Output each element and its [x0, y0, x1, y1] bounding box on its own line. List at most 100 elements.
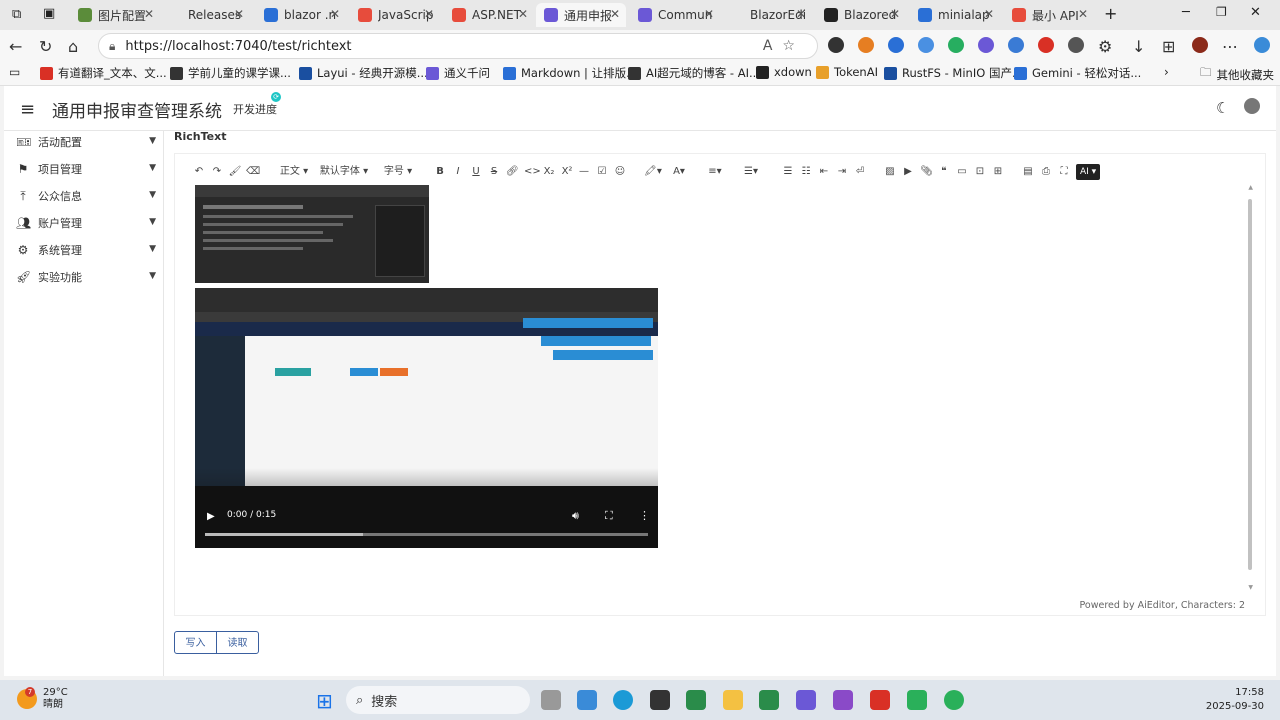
write-button[interactable]: 写入	[174, 631, 217, 654]
app-icon[interactable]	[796, 690, 816, 710]
visual-studio-icon[interactable]	[833, 690, 853, 710]
table-icon[interactable]: ⊞	[992, 164, 1004, 180]
app-icon[interactable]	[577, 690, 597, 710]
chevron-down-icon[interactable]: ▼	[149, 217, 156, 227]
home-icon[interactable]: ⌂	[68, 37, 78, 56]
minimize-icon[interactable]: ─	[1182, 5, 1190, 20]
reload-icon[interactable]: ↻	[39, 37, 52, 56]
sidebar-item[interactable]: ⤒ 公众信息 ▼	[16, 186, 156, 206]
app-icon[interactable]	[686, 690, 706, 710]
embedded-screenshot-image[interactable]	[195, 185, 429, 283]
reading-icon[interactable]: ▭	[9, 65, 20, 79]
chevron-down-icon[interactable]: ▼	[149, 271, 156, 281]
font-size-select[interactable]: 字号 ▾	[380, 164, 416, 180]
indent-increase-icon[interactable]: ⇥	[836, 164, 848, 180]
read-button[interactable]: 读取	[216, 631, 259, 654]
indent-decrease-icon[interactable]: ⇤	[818, 164, 830, 180]
sidebar-item[interactable]: ⚑ 项目管理 ▼	[16, 159, 156, 179]
code-icon[interactable]: <>	[524, 164, 541, 180]
sidebar-item[interactable]: 👥︎ 账户管理 ▼	[16, 213, 156, 233]
italic-icon[interactable]: I	[452, 164, 464, 180]
attachment-icon[interactable]: 📎︎	[920, 164, 933, 180]
app-icon[interactable]	[907, 690, 927, 710]
bookmark-item[interactable]: 通义千问	[426, 65, 490, 81]
link-icon[interactable]: 🔗︎	[506, 164, 519, 180]
close-tab-icon[interactable]: ✕	[234, 7, 244, 21]
download-icon[interactable]: ↓	[1132, 37, 1145, 56]
bookmark-item[interactable]: 有道翻译_文本、文...	[40, 65, 167, 81]
divider-icon[interactable]: —	[578, 164, 590, 180]
browser-tab[interactable]: Blazored ✕	[816, 3, 906, 27]
eraser-icon[interactable]: ⌫	[246, 164, 260, 180]
bookmark-item[interactable]: TokenAI	[816, 65, 878, 79]
profile-avatar[interactable]	[1192, 37, 1208, 53]
embedded-video[interactable]: ▶ 0:00 / 0:15 🔊︎ ⛶ ⋮	[195, 288, 658, 548]
split-screen-icon[interactable]: ⊞	[1162, 37, 1175, 56]
chevron-down-icon[interactable]: ▼	[149, 244, 156, 254]
underline-icon[interactable]: U	[470, 164, 482, 180]
bookmark-item[interactable]: 学前儿童的课学课...	[170, 65, 291, 81]
break-icon[interactable]: ⏎	[854, 164, 866, 180]
user-avatar[interactable]	[1244, 98, 1260, 114]
close-tab-icon[interactable]: ✕	[330, 7, 340, 21]
highlight-icon[interactable]: 🖍︎▾	[642, 164, 664, 180]
extension-icon[interactable]	[948, 37, 964, 53]
wechat-icon[interactable]	[944, 690, 964, 710]
bookmark-item[interactable]: Markdown | 让排版...	[503, 65, 637, 81]
ai-button[interactable]: AI ▾	[1076, 164, 1101, 180]
url-input[interactable]: 🔒︎ https://localhost:7040/test/richtext …	[98, 33, 818, 59]
extension-icon[interactable]	[828, 37, 844, 53]
browser-tab[interactable]: 通用申报 ✕	[536, 3, 626, 27]
close-tab-icon[interactable]: ✕	[424, 7, 434, 21]
print-icon[interactable]: ⎙	[1040, 164, 1052, 180]
font-color-icon[interactable]: A▾	[668, 164, 690, 180]
extension-icon[interactable]	[1008, 37, 1024, 53]
extension-icon[interactable]	[1068, 37, 1084, 53]
scroll-up-icon[interactable]: ▲	[1248, 184, 1253, 191]
browser-tab[interactable]: Releases ✕	[160, 3, 250, 27]
sidebar-item[interactable]: ⚙ 系统管理 ▼	[16, 240, 156, 260]
font-family-select[interactable]: 默认字体 ▾	[318, 164, 370, 180]
tab-actions-icon[interactable]: ▣	[43, 6, 55, 21]
format-painter-icon[interactable]: 🖌︎	[228, 164, 242, 180]
extension-icon[interactable]	[918, 37, 934, 53]
menu-icon[interactable]: ≡	[20, 99, 35, 120]
paragraph-select[interactable]: 正文 ▾	[276, 164, 312, 180]
browser-tab[interactable]: ASP.NET ✕	[444, 3, 534, 27]
dark-mode-icon[interactable]: ☾	[1216, 99, 1229, 117]
edge-icon[interactable]	[613, 690, 633, 710]
app-icon[interactable]	[759, 690, 779, 710]
bold-icon[interactable]: B	[434, 164, 446, 180]
play-icon[interactable]: ▶	[207, 511, 215, 522]
sidebar-item[interactable]: 🚀︎ 实验功能 ▼	[16, 267, 156, 287]
checkbox-icon[interactable]: ☑	[596, 164, 608, 180]
taskbar-search[interactable]: ⌕ 搜索	[346, 686, 530, 714]
extension-icon[interactable]	[978, 37, 994, 53]
new-tab-icon[interactable]: +	[1104, 4, 1117, 23]
strikethrough-icon[interactable]: S	[488, 164, 500, 180]
task-view-icon[interactable]	[541, 690, 561, 710]
bookmark-item[interactable]: RustFS - MinIO 国产...	[884, 65, 1023, 81]
line-height-icon[interactable]: ☰▾	[740, 164, 762, 180]
file-explorer-icon[interactable]	[723, 690, 743, 710]
video-icon[interactable]: ▶	[902, 164, 914, 180]
extensions-icon[interactable]: ⚙	[1098, 37, 1112, 56]
scroll-down-icon[interactable]: ▼	[1248, 584, 1253, 591]
extension-icon[interactable]	[888, 37, 904, 53]
browser-tab[interactable]: blazor .n ✕	[256, 3, 346, 27]
rich-text-editor[interactable]: ↶ ↷ 🖌︎ ⌫ 正文 ▾ 默认字体 ▾ 字号 ▾ B I U S 🔗︎ <> …	[174, 153, 1266, 616]
copilot-icon[interactable]	[1254, 37, 1270, 53]
system-clock[interactable]: 17:58 2025-09-30	[1206, 686, 1264, 714]
fullscreen-icon[interactable]: ⛶	[1058, 164, 1070, 180]
volume-icon[interactable]: 🔊︎	[572, 509, 579, 523]
emoji-icon[interactable]: ☺	[614, 164, 626, 180]
extension-icon[interactable]	[1038, 37, 1054, 53]
close-tab-icon[interactable]: ✕	[144, 7, 154, 21]
editor-content[interactable]: ▶ 0:00 / 0:15 🔊︎ ⛶ ⋮	[195, 185, 1255, 595]
bookmark-item[interactable]: xdown	[756, 65, 812, 79]
bullet-list-icon[interactable]: ☰	[782, 164, 794, 180]
close-window-icon[interactable]: ✕	[1250, 5, 1261, 20]
superscript-icon[interactable]: X²	[560, 164, 574, 180]
weather-widget[interactable]: 7 29°C 晴朗	[17, 687, 68, 711]
other-bookmarks[interactable]: 🗀︎ 其他收藏夹	[1200, 65, 1274, 84]
